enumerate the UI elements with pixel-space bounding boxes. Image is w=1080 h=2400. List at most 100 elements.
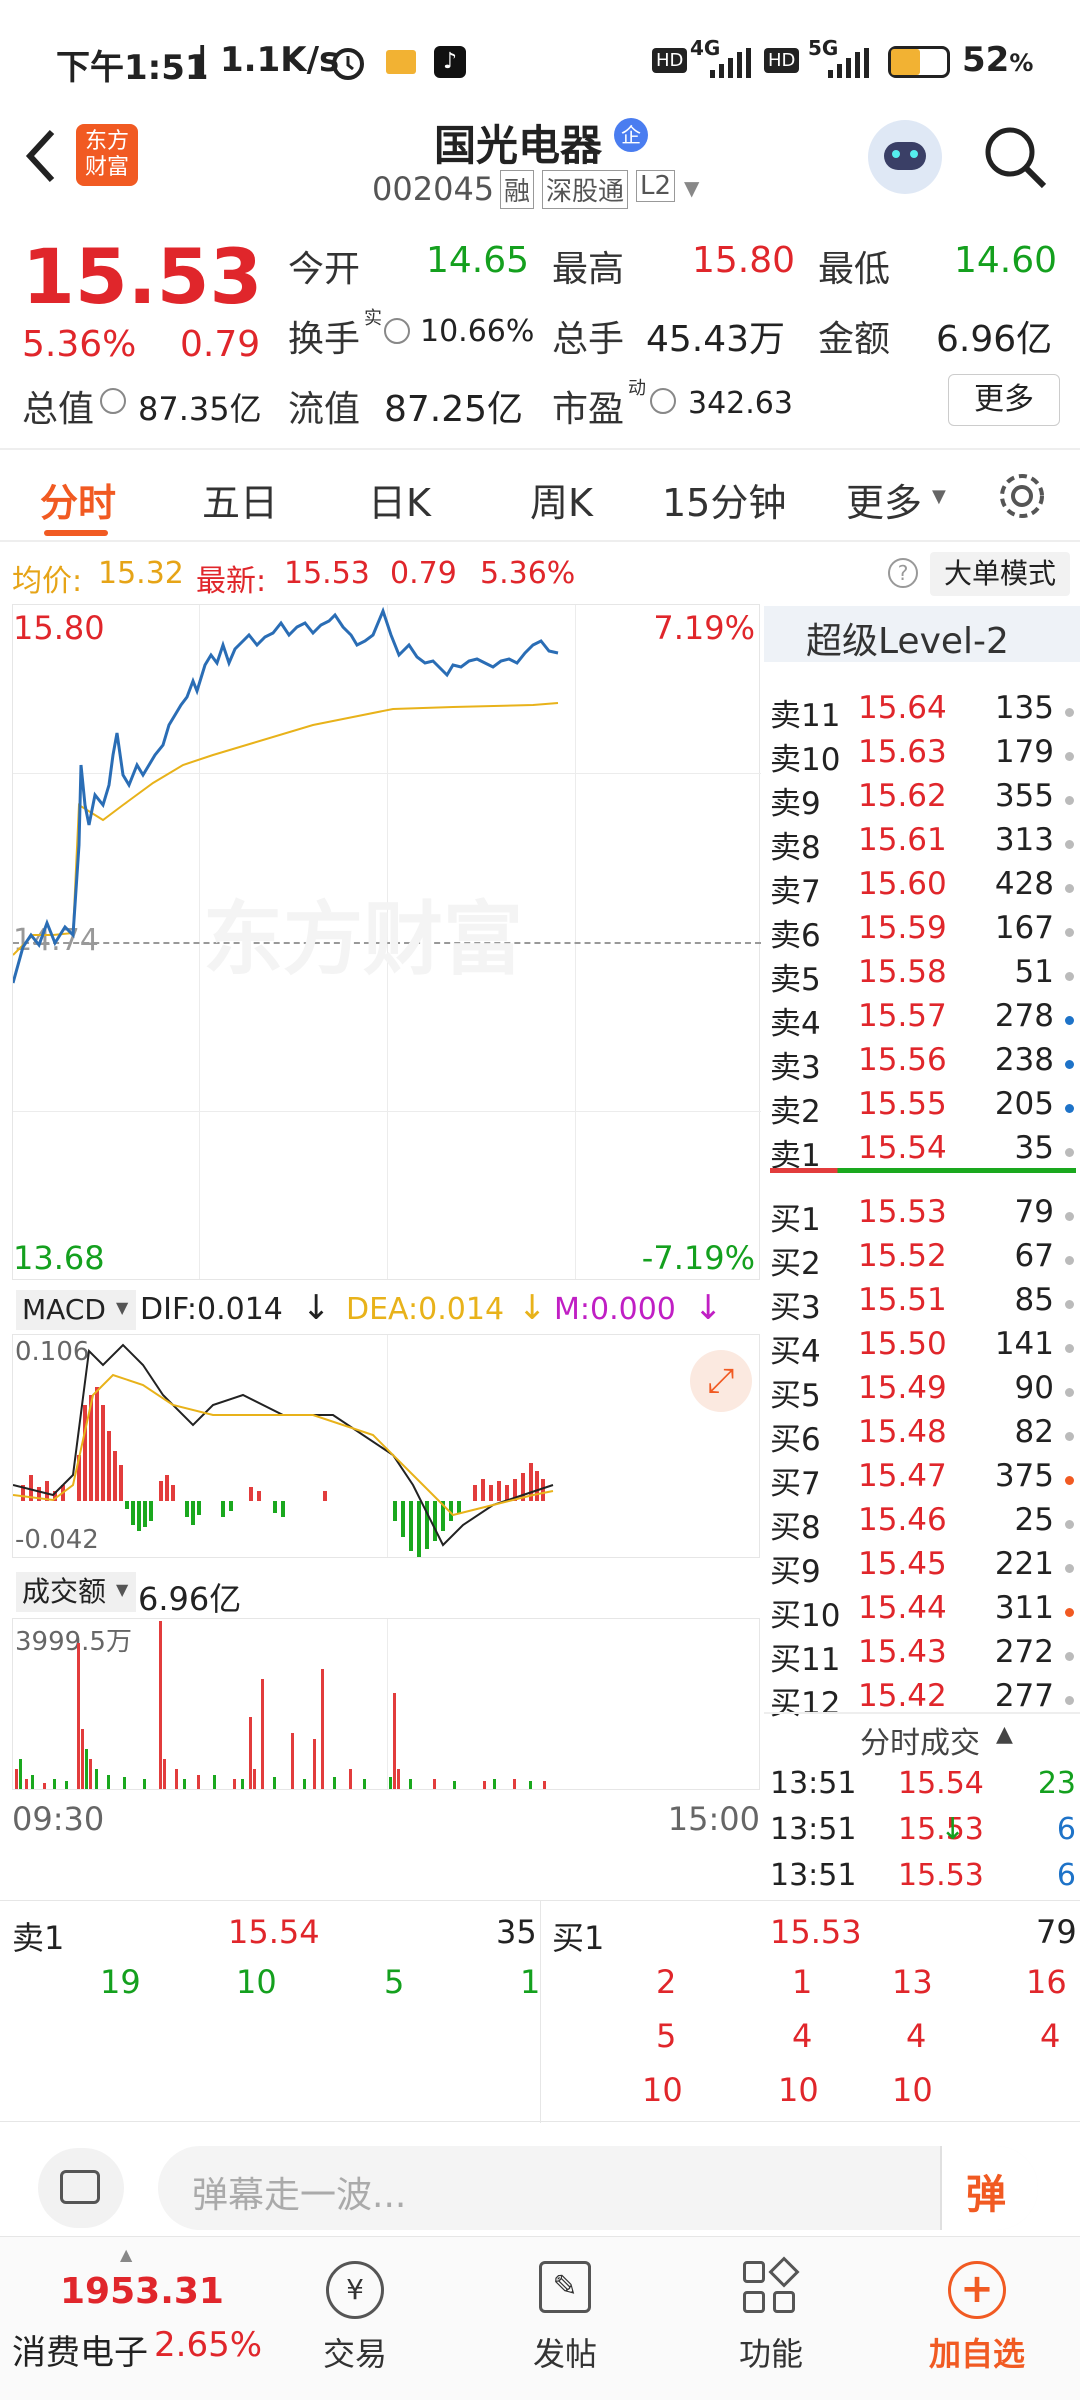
ask-price: 15.62 bbox=[858, 778, 947, 814]
tab-more[interactable]: 更多 bbox=[846, 472, 922, 527]
tab-intraday[interactable]: 分时 bbox=[40, 472, 116, 527]
high-value: 15.80 bbox=[692, 240, 796, 281]
tab-five-day[interactable]: 五日 bbox=[202, 472, 278, 527]
amount-label: 金额 bbox=[818, 319, 891, 360]
chevron-up-icon[interactable]: ▲ bbox=[120, 2245, 132, 2264]
bid-row[interactable]: 买9 15.45 221 bbox=[770, 1546, 1080, 1590]
dif-value: DIF:0.014 bbox=[140, 1292, 283, 1327]
index-value[interactable]: 1953.31 bbox=[60, 2271, 224, 2312]
bid-row[interactable]: 买11 15.43 272 bbox=[770, 1634, 1080, 1678]
bid-queue-order: 1 bbox=[792, 1963, 813, 2001]
gear-icon[interactable] bbox=[996, 470, 1048, 522]
chevron-down-icon[interactable]: ▼ bbox=[932, 486, 946, 507]
search-icon[interactable] bbox=[982, 124, 1048, 190]
barrage-button[interactable]: 弹 bbox=[940, 2146, 1038, 2230]
ticks-title[interactable]: 分时成交 bbox=[860, 1718, 980, 1762]
big-order-mode-button[interactable]: 大单模式 bbox=[930, 552, 1070, 596]
intraday-chart[interactable]: 东方财富 15.80 7.19% 14.74 13.68 -7.19% bbox=[12, 604, 761, 1280]
index-name[interactable]: 消费电子 bbox=[12, 2325, 148, 2374]
bid-row[interactable]: 买1 15.53 79 bbox=[770, 1194, 1080, 1238]
comment-input[interactable]: 弹幕走一波... 弹 bbox=[158, 2146, 1038, 2230]
macd-chart[interactable]: 0.106 -0.042 bbox=[12, 1334, 760, 1558]
ask-row[interactable]: 卖8 15.61 313 bbox=[770, 822, 1080, 866]
latest-value: 15.53 bbox=[284, 556, 370, 591]
enterprise-badge: 企 bbox=[614, 118, 648, 152]
chevron-up-icon[interactable]: ▲ bbox=[996, 1722, 1013, 1747]
bid-row[interactable]: 买4 15.50 141 bbox=[770, 1326, 1080, 1370]
level2-title-bar[interactable]: 超级Level-2 bbox=[764, 606, 1080, 662]
ask-qty: 238 bbox=[994, 1042, 1054, 1078]
ask-qty: 179 bbox=[994, 734, 1054, 770]
comment-bar: 弹幕走一波... 弹 bbox=[0, 2140, 1080, 2236]
open-label: 今开 bbox=[288, 249, 361, 290]
help-icon[interactable]: ? bbox=[888, 558, 918, 588]
ask-row[interactable]: 卖2 15.55 205 bbox=[770, 1086, 1080, 1130]
ask-row[interactable]: 卖6 15.59 167 bbox=[770, 910, 1080, 954]
more-button[interactable]: 更多 bbox=[948, 374, 1060, 426]
ask-row[interactable]: 卖7 15.60 428 bbox=[770, 866, 1080, 910]
bid-queue-order: 10 bbox=[642, 2071, 683, 2109]
turnover-sup: 实 bbox=[364, 308, 382, 329]
ask-row[interactable]: 卖10 15.63 179 bbox=[770, 734, 1080, 778]
price-info-line: 均价: 15.32 最新: 15.53 0.79 5.36% ? 大单模式 bbox=[0, 548, 1080, 600]
volume-chart[interactable]: 3999.5万 bbox=[12, 1618, 760, 1790]
expand-icon[interactable]: ⤢ bbox=[690, 1350, 752, 1412]
level2-tag[interactable]: L2 bbox=[636, 170, 676, 202]
bid-row[interactable]: 买5 15.49 90 bbox=[770, 1370, 1080, 1414]
ask-row[interactable]: 卖11 15.64 135 bbox=[770, 690, 1080, 734]
assistant-robot-avatar[interactable] bbox=[868, 120, 942, 194]
open-value: 14.65 bbox=[426, 240, 530, 281]
stock-code: 002045 bbox=[372, 170, 495, 208]
bid-row[interactable]: 买8 15.46 25 bbox=[770, 1502, 1080, 1546]
chevron-down-icon[interactable]: ▼ bbox=[684, 176, 699, 200]
index-pct: 2.65% bbox=[154, 2325, 263, 2365]
ask-row[interactable]: 卖4 15.57 278 bbox=[770, 998, 1080, 1042]
order-dot bbox=[1065, 1432, 1074, 1441]
post-button[interactable]: ✎ 发帖 bbox=[490, 2261, 640, 2375]
eastmoney-logo[interactable]: 东方 财富 bbox=[76, 124, 138, 186]
tab-15min[interactable]: 15分钟 bbox=[662, 472, 786, 527]
trade-button[interactable]: ¥ 交易 bbox=[280, 2261, 430, 2375]
bid-row[interactable]: 买10 15.44 311 bbox=[770, 1590, 1080, 1634]
bid-price: 15.46 bbox=[858, 1502, 947, 1538]
stock-name: 国光电器 bbox=[434, 121, 603, 170]
ask-row[interactable]: 卖9 15.62 355 bbox=[770, 778, 1080, 822]
back-icon[interactable] bbox=[20, 126, 60, 186]
bid-qty: 277 bbox=[994, 1678, 1054, 1714]
info-icon[interactable] bbox=[384, 318, 410, 344]
ask-price: 15.61 bbox=[858, 822, 947, 858]
bid-row[interactable]: 买2 15.52 67 bbox=[770, 1238, 1080, 1282]
bid-row[interactable]: 买6 15.48 82 bbox=[770, 1414, 1080, 1458]
ask-qty: 51 bbox=[1014, 954, 1054, 990]
chat-icon[interactable] bbox=[38, 2148, 124, 2228]
order-dot bbox=[1065, 1060, 1074, 1069]
info-icon[interactable] bbox=[650, 388, 676, 414]
ask-price: 15.59 bbox=[858, 910, 947, 946]
bid-price: 15.44 bbox=[858, 1590, 947, 1626]
tab-daily-k[interactable]: 日K bbox=[368, 472, 431, 527]
bid-row[interactable]: 买7 15.47 375 bbox=[770, 1458, 1080, 1502]
chevron-down-icon[interactable]: ▼ bbox=[116, 1580, 128, 1599]
current-price: 15.53 bbox=[22, 232, 263, 321]
mcap-label: 总值 bbox=[22, 389, 95, 430]
ask-row[interactable]: 卖5 15.58 51 bbox=[770, 954, 1080, 998]
bid-queue-order: 16 bbox=[1026, 1963, 1067, 2001]
tab-weekly-k[interactable]: 周K bbox=[530, 472, 593, 527]
functions-button[interactable]: 功能 bbox=[696, 2256, 846, 2375]
ask-queue-order: 10 bbox=[236, 1963, 277, 2001]
battery-icon bbox=[888, 46, 950, 78]
info-icon[interactable] bbox=[100, 388, 126, 414]
amount-value: 6.96亿 bbox=[936, 319, 1053, 360]
order-dot bbox=[1065, 884, 1074, 893]
bid-row[interactable]: 买3 15.51 85 bbox=[770, 1282, 1080, 1326]
change-amount: 0.79 bbox=[180, 324, 261, 365]
ask-row[interactable]: 卖3 15.56 238 bbox=[770, 1042, 1080, 1086]
add-watchlist-button[interactable]: + 加自选 bbox=[902, 2261, 1052, 2375]
pe-value: 342.63 bbox=[688, 386, 793, 421]
bid-ask-ratio-bar bbox=[770, 1168, 1076, 1173]
bid-row[interactable]: 买12 15.42 277 bbox=[770, 1678, 1080, 1722]
chevron-down-icon[interactable]: ▼ bbox=[116, 1298, 128, 1317]
order-dot bbox=[1065, 1256, 1074, 1265]
bid-qty: 79 bbox=[1014, 1194, 1054, 1230]
order-dot bbox=[1065, 1520, 1074, 1529]
